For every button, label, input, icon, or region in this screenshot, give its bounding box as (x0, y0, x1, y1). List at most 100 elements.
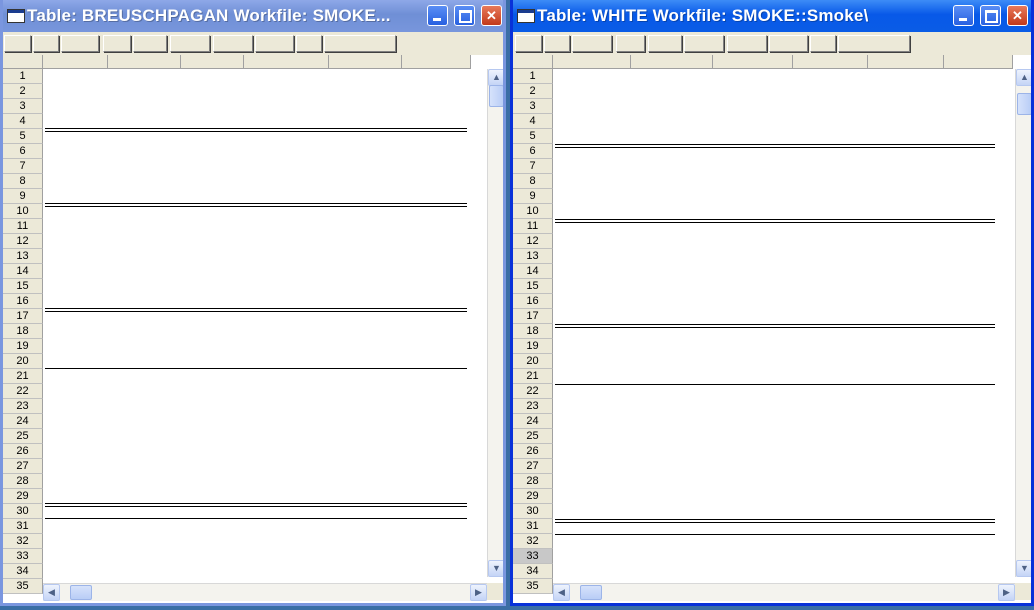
cell-b4[interactable] (634, 114, 710, 129)
cell-e18[interactable] (332, 324, 404, 339)
row-header[interactable]: 23 (513, 399, 553, 414)
row-header[interactable]: 33 (3, 549, 43, 564)
row-header[interactable]: 24 (513, 414, 553, 429)
close-icon[interactable]: ✕ (481, 5, 502, 26)
row-header[interactable]: 22 (3, 384, 43, 399)
row-header[interactable]: 6 (513, 144, 553, 159)
cell-c15[interactable] (716, 279, 790, 294)
cell-d15[interactable] (247, 279, 326, 294)
row-header[interactable]: 7 (513, 159, 553, 174)
scroll-right-icon[interactable]: ▶ (998, 584, 1015, 601)
vertical-scrollbar[interactable]: ▲ ▼ (487, 69, 503, 577)
column-header-e[interactable] (868, 55, 944, 69)
row-header[interactable]: 17 (513, 309, 553, 324)
column-header-f[interactable] (944, 55, 1013, 69)
cell-e22[interactable] (332, 384, 404, 399)
select-all-corner[interactable] (3, 55, 43, 69)
row-header[interactable]: 5 (513, 129, 553, 144)
cell-e15[interactable] (332, 279, 404, 294)
row-header[interactable]: 34 (3, 564, 43, 579)
cell-b27[interactable] (634, 459, 710, 474)
cell-e29[interactable] (332, 489, 404, 504)
column-header-c[interactable] (181, 55, 244, 69)
view-button[interactable] (4, 35, 31, 52)
scroll-up-icon[interactable]: ▲ (1016, 69, 1031, 86)
row-header[interactable]: 3 (3, 99, 43, 114)
title-bar[interactable]: Table: BREUSCHPAGAN Workfile: SMOKE... ✕ (3, 0, 503, 32)
cell-b17[interactable] (111, 309, 178, 324)
column-header-a[interactable] (553, 55, 631, 69)
row-header[interactable]: 29 (3, 489, 43, 504)
cell-e21[interactable] (871, 369, 946, 384)
row-header[interactable]: 14 (513, 264, 553, 279)
column-header-b[interactable] (108, 55, 181, 69)
cell-e4[interactable] (871, 114, 946, 129)
cell-c17[interactable] (716, 309, 790, 324)
cell-b22[interactable] (634, 384, 710, 399)
scroll-down-icon[interactable]: ▼ (1016, 560, 1031, 577)
cell-d22[interactable] (247, 384, 326, 399)
cell-e27[interactable] (871, 459, 946, 474)
row-header[interactable]: 9 (3, 189, 43, 204)
cell-b4[interactable] (111, 114, 178, 129)
close-icon[interactable]: ✕ (1007, 5, 1028, 26)
row-header[interactable]: 11 (513, 219, 553, 234)
cell-b30[interactable] (634, 504, 710, 519)
cell-b15[interactable] (634, 279, 710, 294)
cell-b29[interactable] (111, 489, 178, 504)
row-header[interactable]: 30 (3, 504, 43, 519)
row-header[interactable]: 13 (3, 249, 43, 264)
cell-c17[interactable] (184, 309, 241, 324)
cell-c19[interactable] (716, 339, 790, 354)
row-header[interactable]: 12 (513, 234, 553, 249)
row-header[interactable]: 26 (3, 444, 43, 459)
cell-a13[interactable] (46, 249, 346, 264)
row-header[interactable]: 22 (513, 384, 553, 399)
cell-e3[interactable] (332, 99, 404, 114)
cell-d20[interactable] (247, 354, 326, 369)
cell-e20[interactable] (871, 354, 946, 369)
cell-e29[interactable] (871, 489, 946, 504)
row-header[interactable]: 18 (3, 324, 43, 339)
grid-toggle-button[interactable] (255, 35, 294, 52)
view-button[interactable] (515, 35, 542, 52)
cell-c18[interactable] (184, 324, 241, 339)
scroll-up-icon[interactable]: ▲ (488, 69, 503, 86)
row-header[interactable]: 27 (513, 459, 553, 474)
scroll-thumb[interactable] (489, 85, 503, 107)
row-header[interactable]: 17 (3, 309, 43, 324)
row-header[interactable]: 21 (3, 369, 43, 384)
row-header[interactable]: 5 (3, 129, 43, 144)
cell-a10[interactable] (46, 204, 346, 219)
cell-b20[interactable] (634, 354, 710, 369)
cell-b23[interactable] (634, 399, 710, 414)
cell-b5[interactable] (634, 129, 710, 144)
cell-e21[interactable] (332, 369, 404, 384)
cell-e19[interactable] (871, 339, 946, 354)
cell-c22[interactable] (716, 384, 790, 399)
cell-a8[interactable] (46, 174, 346, 189)
cell-b31[interactable] (634, 519, 710, 534)
cell-a11[interactable] (46, 219, 346, 234)
cell-a12[interactable] (46, 234, 346, 249)
edit-toggle-button[interactable] (684, 35, 724, 52)
cell-a10[interactable] (556, 204, 856, 219)
row-header[interactable]: 13 (513, 249, 553, 264)
cell-e18[interactable] (871, 324, 946, 339)
row-header[interactable]: 32 (513, 534, 553, 549)
proc-button[interactable] (33, 35, 59, 52)
row-header[interactable]: 2 (513, 84, 553, 99)
cell-d19[interactable] (247, 339, 326, 354)
name-button[interactable] (648, 35, 682, 52)
row-header[interactable]: 25 (513, 429, 553, 444)
cell-d22[interactable] (796, 384, 865, 399)
cell-b28[interactable] (111, 474, 178, 489)
row-header[interactable]: 15 (3, 279, 43, 294)
cell-b19[interactable] (634, 339, 710, 354)
cell-d17[interactable] (796, 309, 865, 324)
title-button[interactable] (810, 35, 836, 52)
row-header[interactable]: 19 (513, 339, 553, 354)
row-header[interactable]: 4 (513, 114, 553, 129)
cell-e17[interactable] (332, 309, 404, 324)
cellfmt-button[interactable] (727, 35, 767, 52)
